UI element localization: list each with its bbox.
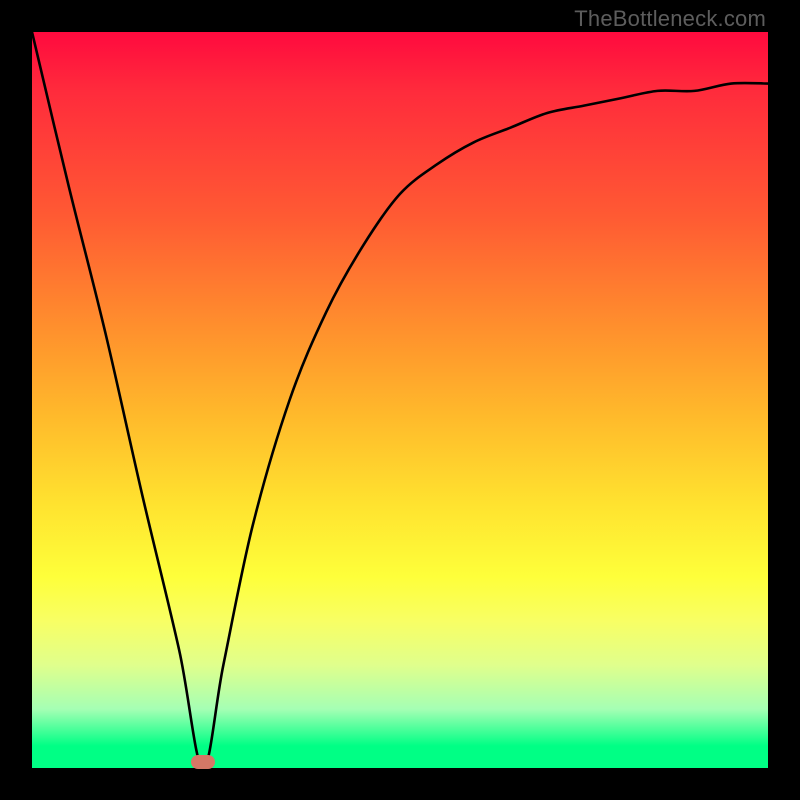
bottleneck-curve [32, 32, 768, 768]
plot-area [32, 32, 768, 768]
optimal-marker [191, 755, 215, 769]
chart-frame: TheBottleneck.com [0, 0, 800, 800]
watermark-text: TheBottleneck.com [574, 6, 766, 32]
